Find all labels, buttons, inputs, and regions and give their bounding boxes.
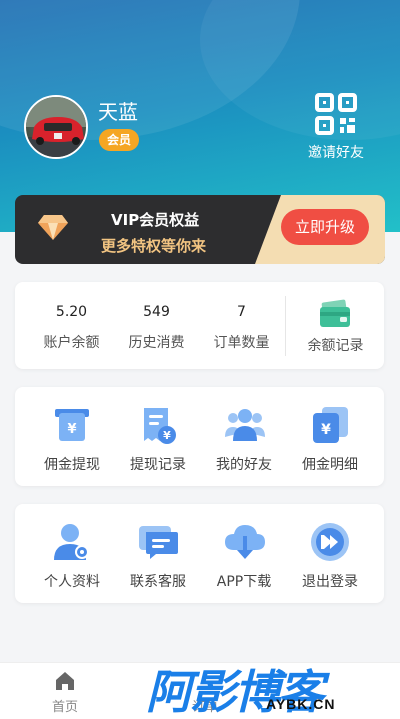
- upgrade-button[interactable]: 立即升级: [281, 209, 369, 245]
- menu-withdraw-record[interactable]: ¥ 提现记录: [115, 387, 201, 486]
- menu-label: 联系客服: [130, 574, 186, 590]
- menu-app-download[interactable]: APP下载: [201, 504, 287, 603]
- svg-text:¥: ¥: [67, 422, 76, 437]
- withdraw-icon: ¥: [55, 409, 89, 441]
- invite-label: 邀请好友: [308, 145, 364, 161]
- stat-label: 账户余额: [43, 335, 100, 351]
- wallet-label: 余额记录: [307, 338, 364, 354]
- commission-menu-card: ¥ 佣金提现 ¥ 提现记录 我的好友 ¥ 佣金明细: [15, 387, 384, 486]
- download-icon: [225, 525, 265, 559]
- tab-home[interactable]: 首页: [0, 663, 130, 719]
- commission-icon: ¥: [313, 407, 348, 443]
- stat-history[interactable]: 549 历史消费: [114, 282, 199, 369]
- menu-label: 提现记录: [130, 457, 186, 473]
- stat-label: 订单数量: [213, 335, 270, 351]
- avatar-image: [26, 97, 86, 157]
- menu-label: 我的好友: [216, 457, 272, 473]
- invite-friends-button[interactable]: 邀请好友: [300, 92, 372, 162]
- home-icon: [56, 672, 74, 690]
- menu-commission-detail[interactable]: ¥ 佣金明细: [287, 387, 373, 486]
- stat-value: 5.20: [55, 304, 88, 320]
- diamond-icon: [38, 215, 68, 240]
- profile-icon: [54, 524, 89, 560]
- wallet-icon: [320, 299, 350, 327]
- stat-balance[interactable]: 5.20 账户余额: [29, 282, 114, 369]
- menu-label: 个人资料: [44, 574, 100, 590]
- stat-value: 549: [143, 304, 170, 320]
- vip-banner[interactable]: VIP会员权益 更多特权等你来 立即升级: [15, 195, 385, 264]
- svg-text:¥: ¥: [163, 429, 171, 442]
- vip-title: VIP会员权益: [111, 211, 200, 229]
- menu-profile[interactable]: 个人资料: [29, 504, 115, 603]
- member-badge: 会员: [99, 129, 140, 151]
- menu-withdraw[interactable]: ¥ 佣金提现: [29, 387, 115, 486]
- svg-text:¥: ¥: [321, 422, 331, 438]
- account-stats-card: 5.20 账户余额 549 历史消费 7 订单数量 余额记录: [15, 282, 384, 369]
- menu-logout[interactable]: 退出登录: [287, 504, 373, 603]
- friends-icon: [225, 409, 265, 441]
- watermark: 阿影博客 AYBK.CN: [146, 656, 382, 719]
- watermark-domain: AYBK.CN: [266, 696, 336, 712]
- vip-subtitle: 更多特权等你来: [101, 237, 207, 255]
- tab-label: 首页: [51, 700, 78, 715]
- stat-value: 7: [237, 304, 246, 320]
- menu-friends[interactable]: 我的好友: [201, 387, 287, 486]
- qr-code-icon: [315, 93, 357, 135]
- service-icon: [139, 526, 178, 559]
- username: 天蓝: [98, 100, 138, 124]
- stat-label: 历史消费: [128, 335, 185, 351]
- stat-orders[interactable]: 7 订单数量: [199, 282, 284, 369]
- menu-label: 佣金提现: [44, 457, 100, 473]
- account-menu-card: 个人资料 联系客服 APP下载 退出登录: [15, 504, 384, 603]
- menu-label: APP下载: [216, 574, 272, 590]
- logout-icon: [311, 523, 349, 561]
- divider: [285, 296, 286, 356]
- menu-customer-service[interactable]: 联系客服: [115, 504, 201, 603]
- menu-label: 佣金明细: [302, 457, 358, 473]
- avatar[interactable]: [24, 95, 88, 159]
- menu-label: 退出登录: [302, 574, 358, 590]
- balance-record-button[interactable]: 余额记录: [287, 282, 384, 369]
- record-icon: ¥: [144, 408, 176, 444]
